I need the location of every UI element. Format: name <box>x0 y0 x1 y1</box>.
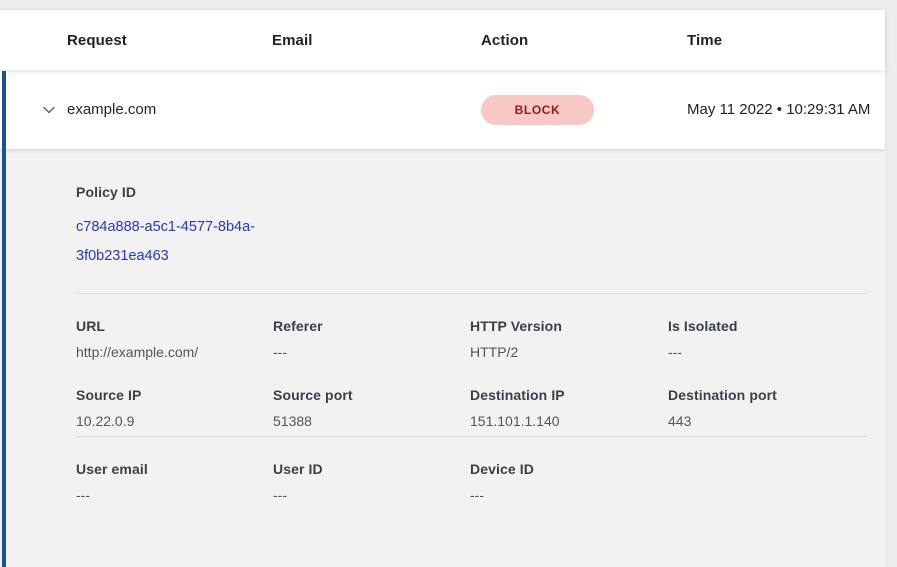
table-header: Request Email Action Time <box>0 10 885 70</box>
source-ip-label: Source IP <box>76 387 273 403</box>
table-row[interactable]: example.com BLOCK May 11 2022 • 10:29:31… <box>0 70 885 149</box>
source-ip-value: 10.22.0.9 <box>76 413 273 429</box>
time-value: May 11 2022 • 10:29:31 AM <box>687 98 885 122</box>
expanded-details-panel: Policy ID c784a888-a5c1-4577-8b4a-3f0b23… <box>0 149 885 567</box>
device-id-field: Device ID --- <box>470 461 668 503</box>
is-isolated-field: Is Isolated --- <box>668 318 867 360</box>
user-id-label: User ID <box>273 461 470 477</box>
device-id-label: Device ID <box>470 461 668 477</box>
is-isolated-value: --- <box>668 344 867 360</box>
request-value: example.com <box>67 101 272 118</box>
url-value: http://example.com/ <box>76 344 273 360</box>
log-row-group: example.com BLOCK May 11 2022 • 10:29:31… <box>0 70 885 567</box>
block-badge: BLOCK <box>481 95 594 125</box>
chevron-down-icon[interactable] <box>40 101 58 119</box>
device-id-value: --- <box>470 487 668 503</box>
log-table-card: Request Email Action Time example.com BL… <box>0 10 885 567</box>
column-header-email: Email <box>272 32 481 49</box>
detail-row-http: URL http://example.com/ Referer --- HTTP… <box>76 294 867 363</box>
column-header-request: Request <box>67 32 272 49</box>
source-port-field: Source port 51388 <box>273 387 470 429</box>
referer-label: Referer <box>273 318 470 334</box>
detail-row-network: Source IP 10.22.0.9 Source port 51388 De… <box>76 363 867 432</box>
url-label: URL <box>76 318 273 334</box>
detail-row-user: User email --- User ID --- Device ID --- <box>76 437 867 506</box>
column-header-time: Time <box>687 32 885 49</box>
http-version-label: HTTP Version <box>470 318 668 334</box>
destination-port-value: 443 <box>668 413 867 429</box>
policy-id-link[interactable]: c784a888-a5c1-4577-8b4a-3f0b231ea463 <box>76 213 276 271</box>
referer-value: --- <box>273 344 470 360</box>
user-email-label: User email <box>76 461 273 477</box>
user-id-value: --- <box>273 487 470 503</box>
url-field: URL http://example.com/ <box>76 318 273 360</box>
http-version-value: HTTP/2 <box>470 344 668 360</box>
policy-id-field: Policy ID c784a888-a5c1-4577-8b4a-3f0b23… <box>76 184 867 271</box>
source-port-value: 51388 <box>273 413 470 429</box>
destination-ip-label: Destination IP <box>470 387 668 403</box>
source-port-label: Source port <box>273 387 470 403</box>
is-isolated-label: Is Isolated <box>668 318 867 334</box>
action-cell: BLOCK <box>481 95 687 125</box>
destination-port-label: Destination port <box>668 387 867 403</box>
user-email-field: User email --- <box>76 461 273 503</box>
destination-ip-value: 151.101.1.140 <box>470 413 668 429</box>
expanded-row-accent-bar <box>2 71 6 567</box>
user-id-field: User ID --- <box>273 461 470 503</box>
referer-field: Referer --- <box>273 318 470 360</box>
destination-ip-field: Destination IP 151.101.1.140 <box>470 387 668 429</box>
user-email-value: --- <box>76 487 273 503</box>
column-header-action: Action <box>481 32 687 49</box>
destination-port-field: Destination port 443 <box>668 387 867 429</box>
http-version-field: HTTP Version HTTP/2 <box>470 318 668 360</box>
source-ip-field: Source IP 10.22.0.9 <box>76 387 273 429</box>
policy-id-label: Policy ID <box>76 184 867 200</box>
